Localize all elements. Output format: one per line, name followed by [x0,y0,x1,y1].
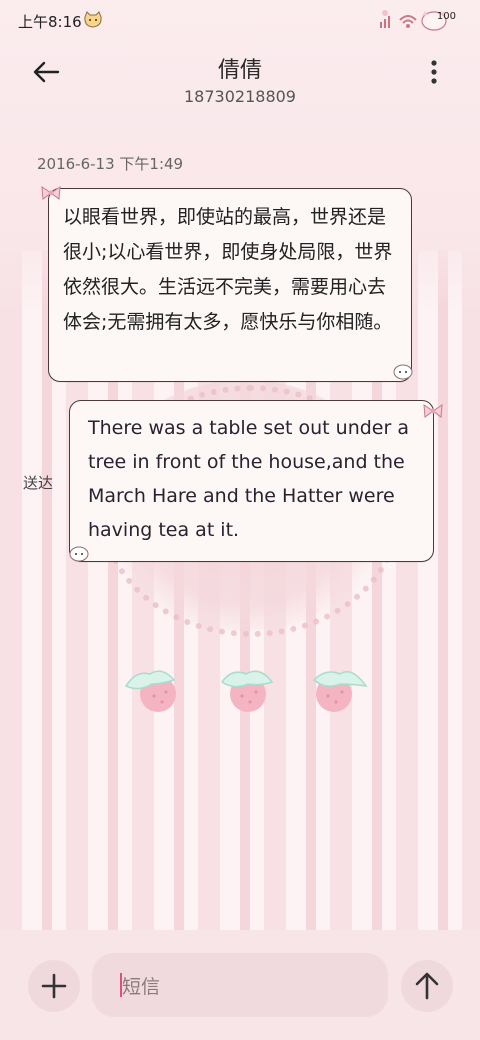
add-attachment-button[interactable] [28,960,80,1012]
incoming-message-bubble[interactable]: 以眼看世界，即使站的最高，世界还是很小;以心看世界，即使身处局限，世界依然很大。… [48,188,412,382]
strawberry-decoration [220,670,274,712]
message-text: There was a table set out under a tree i… [88,417,409,541]
more-options-icon[interactable] [420,54,448,90]
arrow-up-icon [415,972,439,1000]
message-timestamp: 2016-6-13 下午1:49 [37,155,184,173]
message-input-placeholder: 短信 [122,976,161,998]
sheep-decoration-icon [69,546,89,562]
bow-decoration-icon [423,404,443,418]
send-button[interactable] [401,960,453,1012]
status-time: 上午8:16 [18,13,82,31]
message-text: 以眼看世界，即使站的最高，世界还是很小;以心看世界，即使身处局限，世界依然很大。… [63,206,393,333]
conversation-header: 倩倩 18730218809 [0,40,480,120]
cat-notification-icon [84,11,102,28]
delivery-status: 送达 [23,474,54,492]
bow-decoration-icon [41,186,61,200]
strawberry-decoration [312,671,368,712]
outgoing-message-bubble[interactable]: There was a table set out under a tree i… [69,400,434,562]
sheep-decoration-icon [393,364,413,380]
plus-icon [41,973,67,999]
battery-level: 100 [436,11,456,22]
contact-number: 18730218809 [184,87,296,106]
contact-name: 倩倩 [217,58,262,83]
strawberry-decoration [124,670,176,712]
status-bar: 上午8:16 100 [0,0,480,40]
